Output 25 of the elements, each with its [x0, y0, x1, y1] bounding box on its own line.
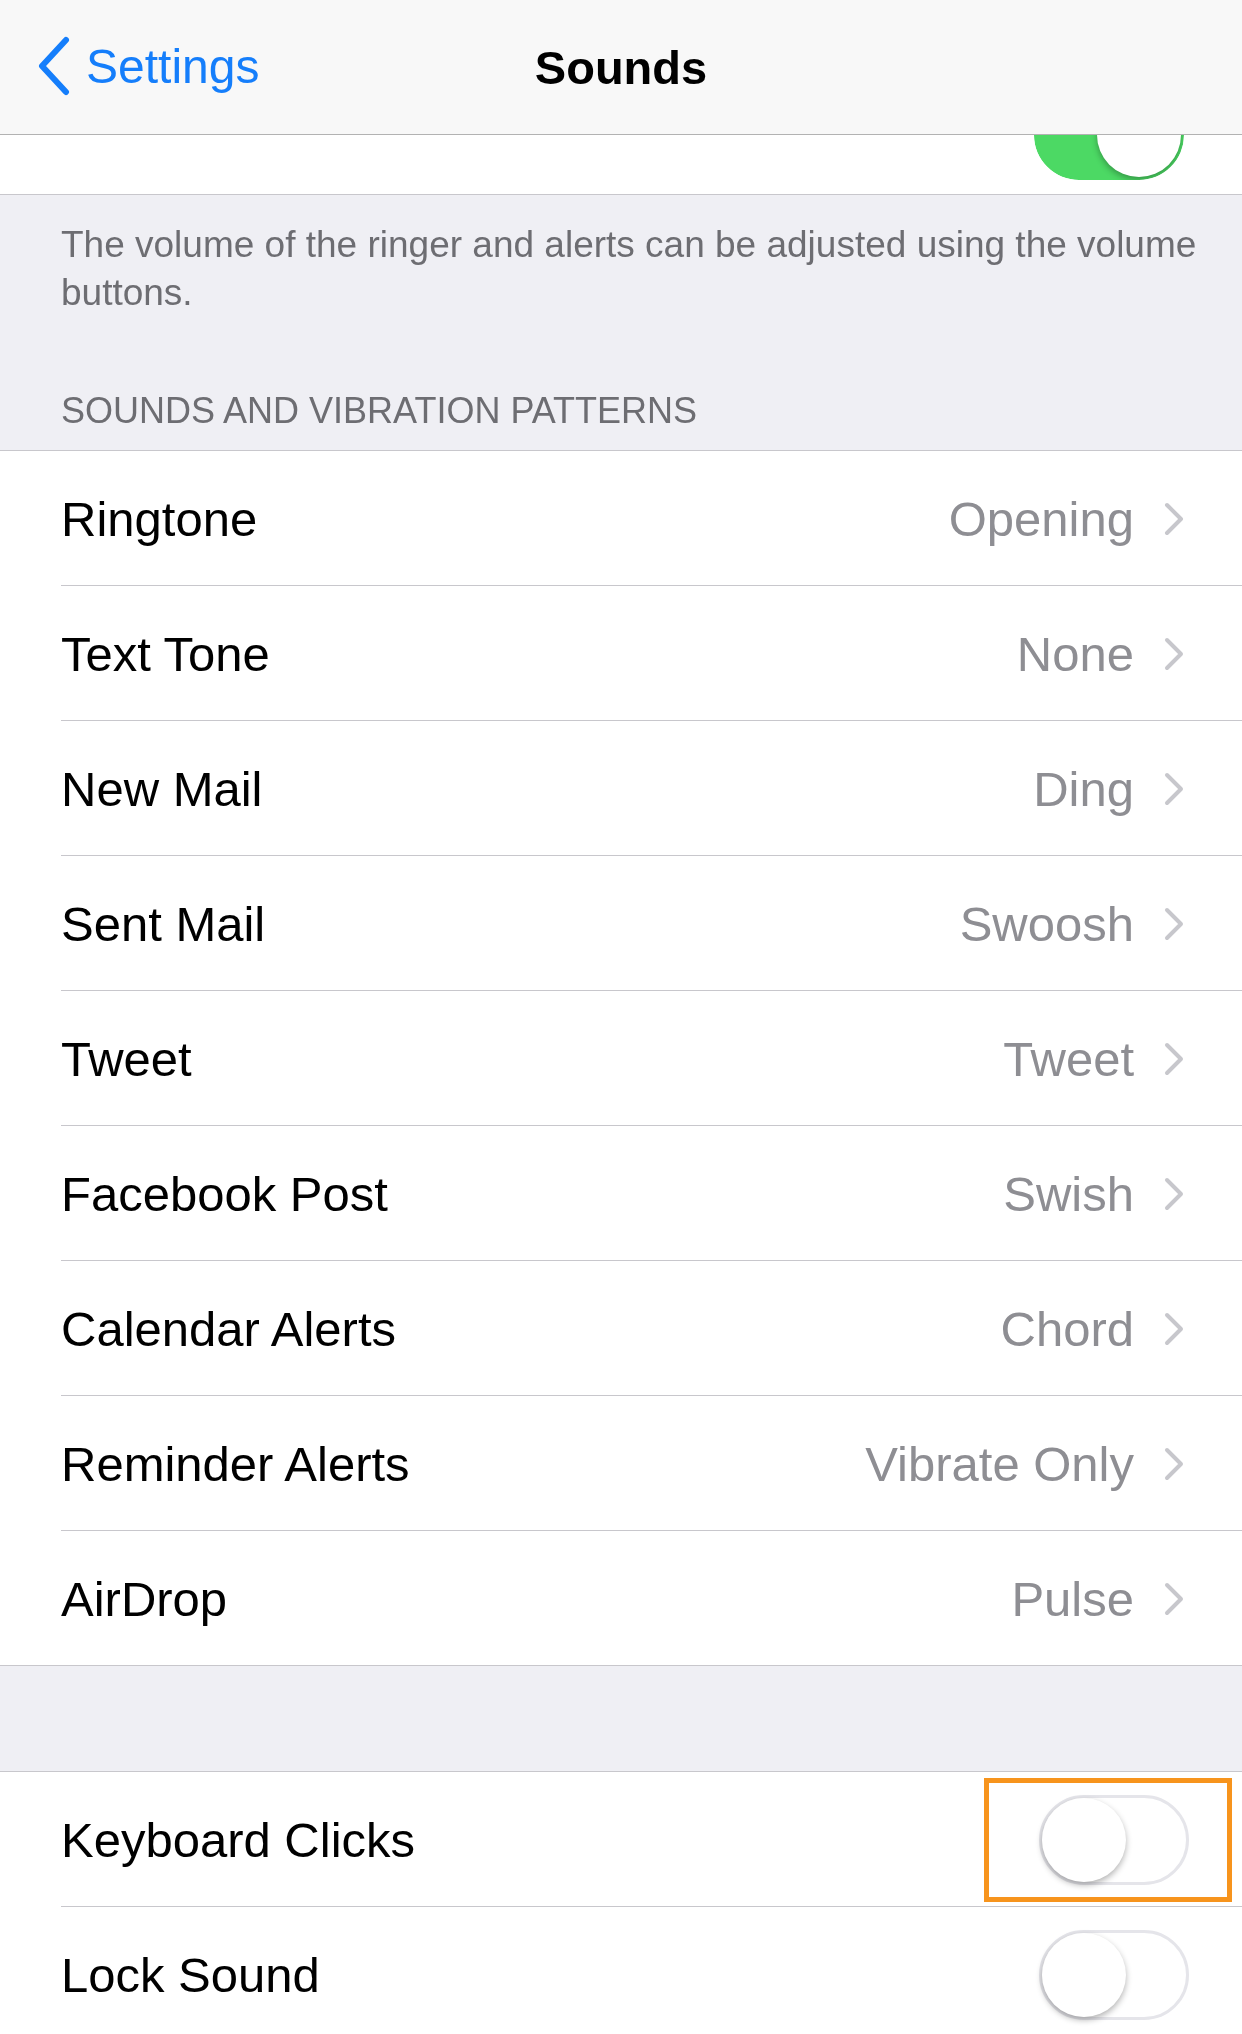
row-label: Keyboard Clicks	[61, 1811, 417, 1868]
chevron-icon	[1164, 906, 1184, 941]
settings-row[interactable]: Reminder Alerts Vibrate Only	[0, 1396, 1242, 1531]
settings-row[interactable]: Sent Mail Swoosh	[0, 856, 1242, 991]
settings-row[interactable]: Calendar Alerts Chord	[0, 1261, 1242, 1396]
chevron-icon	[1164, 1446, 1184, 1481]
back-button[interactable]: Settings	[36, 36, 260, 96]
settings-row[interactable]: Facebook Post Swish	[0, 1126, 1242, 1261]
chevron-icon	[1164, 771, 1184, 806]
section-header: SOUNDS AND VIBRATION PATTERNS	[60, 389, 699, 433]
chevron-icon	[1164, 636, 1184, 671]
chevron-icon	[1164, 1311, 1184, 1346]
settings-row[interactable]: Text Tone None	[0, 586, 1242, 721]
chevron-icon	[1164, 1041, 1184, 1076]
settings-row[interactable]: AirDrop Pulse	[0, 1531, 1242, 1666]
footer-note: The volume of the ringer and alerts can be adjusted using the volume buttons.	[60, 223, 1198, 315]
chevron-icon	[1164, 1176, 1184, 1211]
chevron-icon	[1164, 1581, 1184, 1616]
back-chevron-icon	[36, 36, 70, 96]
screen-title: Sounds	[534, 39, 708, 95]
row-label: Lock Sound	[61, 1946, 321, 2003]
chevron-icon	[1164, 501, 1184, 536]
settings-row[interactable]: Ringtone Opening	[0, 451, 1242, 586]
settings-row[interactable]: New Mail Ding	[0, 721, 1242, 856]
settings-row[interactable]: Tweet Tweet	[0, 991, 1242, 1126]
